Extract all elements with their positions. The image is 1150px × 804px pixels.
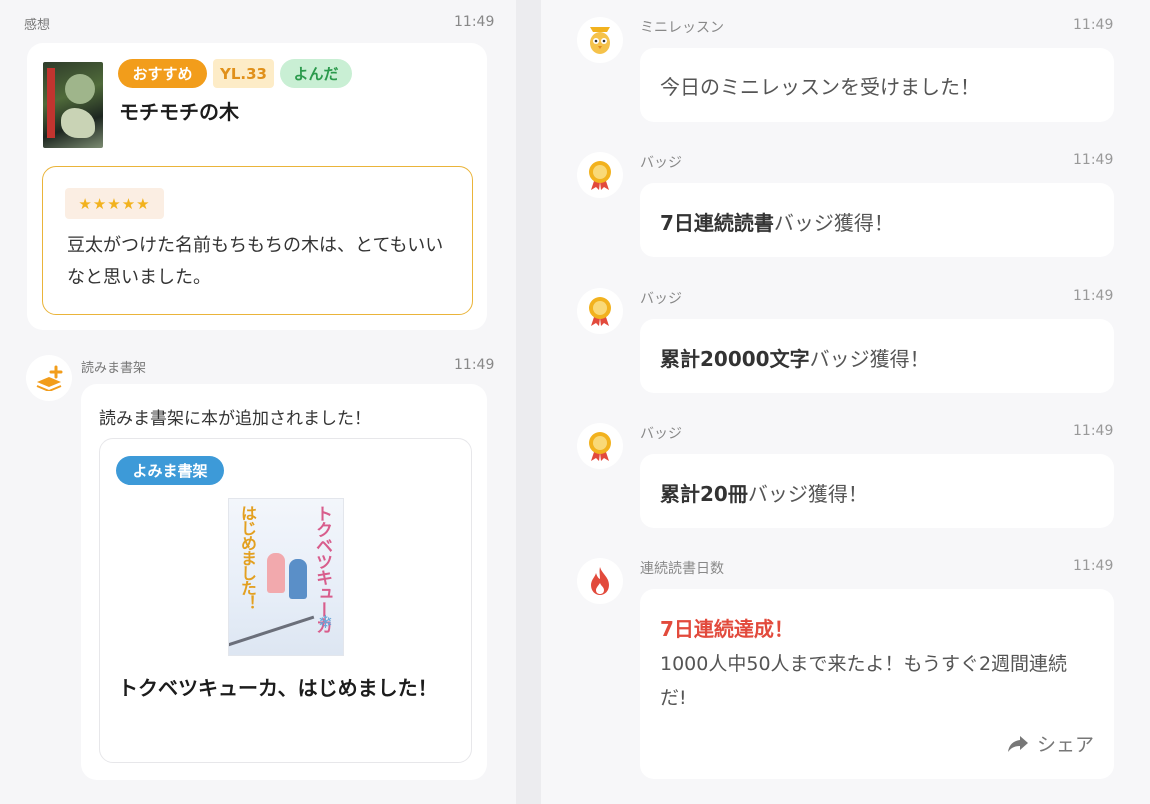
share-button[interactable]: シェア: [1007, 730, 1094, 757]
streak-time: 11:49: [1073, 558, 1114, 574]
yl-level-tag: YL.33: [213, 59, 274, 88]
shelf-category: 読みま書架: [81, 361, 147, 376]
badge-category: バッジ: [640, 426, 682, 442]
review-box: ★★★★★ 豆太がつけた名前もちもちの木は、とてもいいなと思いました。: [42, 166, 473, 315]
review-text: 豆太がつけた名前もちもちの木は、とてもいいなと思いました。: [67, 235, 444, 288]
read-status-tag: よんだ: [280, 59, 352, 88]
mini-lesson-category: ミニレッスン: [640, 20, 724, 36]
book-title[interactable]: モチモチの木: [119, 96, 239, 125]
review-category: 感想: [24, 18, 51, 33]
book-cover-image[interactable]: トクベツキューカ はじめました！ ❄: [228, 498, 344, 656]
review-time: 11:49: [454, 14, 495, 30]
mini-lesson-time: 11:49: [1073, 17, 1114, 33]
streak-title: 7日連続達成！: [660, 617, 794, 641]
review-card[interactable]: おすすめ YL.33 よんだ モチモチの木 ★★★★★ 豆太がつけた名前もちもち…: [27, 43, 487, 330]
shelf-tag: よみま書架: [116, 456, 224, 485]
streak-category: 連続読書日数: [640, 561, 724, 577]
left-panel: 感想 11:49 おすすめ YL.33 よんだ モチモチの木 ★★★★★ 豆太が…: [0, 0, 516, 804]
badge-time: 11:49: [1073, 288, 1114, 304]
badge-time: 11:49: [1073, 152, 1114, 168]
share-label: シェア: [1036, 734, 1094, 756]
mini-lesson-owl-icon: [577, 17, 623, 63]
badge-category: バッジ: [640, 155, 682, 171]
badge-text: 7日連続読書バッジ獲得！: [660, 211, 894, 235]
badge-card[interactable]: 7日連続読書バッジ獲得！: [640, 183, 1114, 257]
recommend-tag: おすすめ: [118, 59, 207, 88]
book-cover-thumbnail[interactable]: [43, 62, 103, 148]
badge-text: 累計20000文字バッジ獲得！: [660, 347, 930, 371]
mini-lesson-card[interactable]: 今日のミニレッスンを受けました！: [640, 48, 1114, 122]
share-arrow-icon: [1007, 735, 1028, 752]
shelf-book-card[interactable]: よみま書架 トクベツキューカ はじめました！ ❄ トクベツキューカ、はじめました…: [99, 438, 472, 763]
snowflake-icon: ❄: [317, 612, 333, 633]
badge-card[interactable]: 累計20000文字バッジ獲得！: [640, 319, 1114, 393]
shelf-add-icon: [26, 355, 72, 401]
badge-medal-icon: [577, 423, 623, 469]
badge-card[interactable]: 累計20冊バッジ獲得！: [640, 454, 1114, 528]
badge-medal-icon: [577, 152, 623, 198]
shelf-time: 11:49: [454, 357, 495, 373]
badge-category: バッジ: [640, 291, 682, 307]
badge-text: 累計20冊バッジ獲得！: [660, 482, 868, 506]
streak-body: 1000人中50人まで来たよ！もうすぐ2週間連続だ!: [660, 653, 1068, 709]
mini-lesson-text: 今日のミニレッスンを受けました！: [660, 75, 980, 99]
flame-icon: [577, 558, 623, 604]
badge-medal-icon: [577, 288, 623, 334]
shelf-card[interactable]: 読みま書架に本が追加されました！ よみま書架 トクベツキューカ はじめました！ …: [81, 384, 487, 780]
badge-time: 11:49: [1073, 423, 1114, 439]
shelf-message: 読みま書架に本が追加されました！: [99, 409, 371, 429]
streak-card[interactable]: 7日連続達成！ 1000人中50人まで来たよ！もうすぐ2週間連続だ! シェア: [640, 589, 1114, 779]
star-rating: ★★★★★: [65, 188, 164, 219]
shelf-book-title[interactable]: トクベツキューカ、はじめました！: [118, 671, 458, 705]
